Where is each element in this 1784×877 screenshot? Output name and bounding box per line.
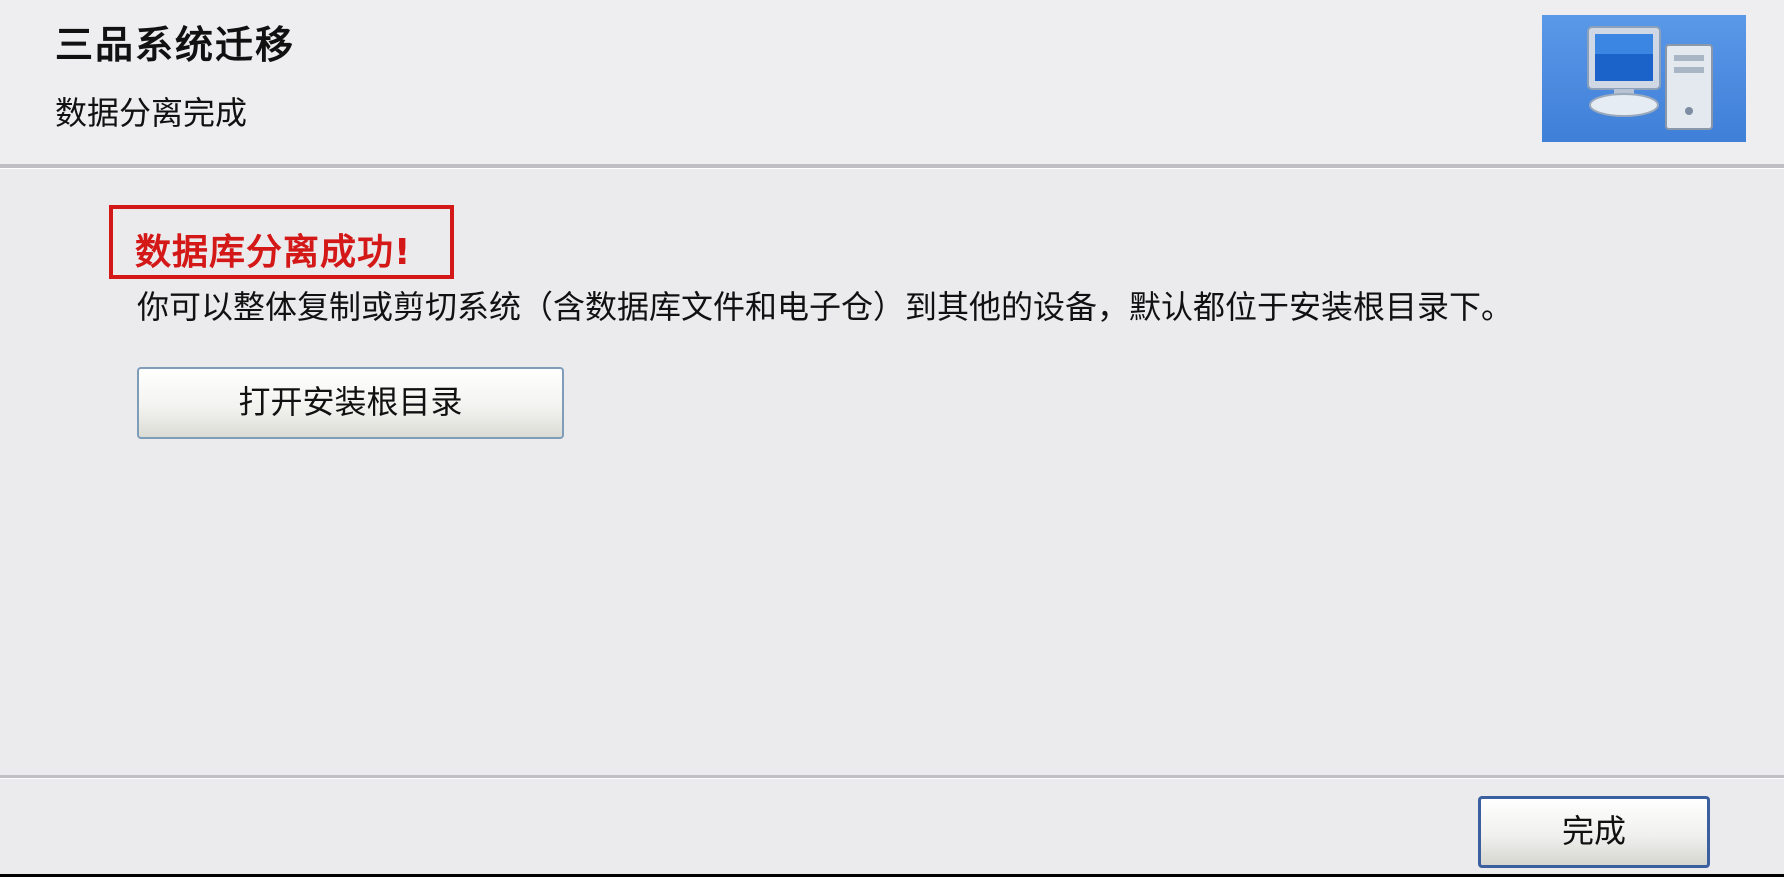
migration-dialog: 三品系统迁移 数据分离完成 数据库分离成功! 你可以整体复制或剪切系统（含数据库… bbox=[0, 0, 1784, 874]
description-text: 你可以整体复制或剪切系统（含数据库文件和电子仓）到其他的设备，默认都位于安装根目… bbox=[137, 288, 1514, 326]
success-message-highlight: 数据库分离成功! bbox=[109, 205, 454, 279]
open-install-dir-button[interactable]: 打开安装根目录 bbox=[137, 367, 564, 439]
page-title: 三品系统迁移 bbox=[55, 23, 296, 67]
dialog-footer: 完成 bbox=[0, 779, 1784, 874]
page-subtitle: 数据分离完成 bbox=[55, 94, 248, 132]
dialog-content: 数据库分离成功! 你可以整体复制或剪切系统（含数据库文件和电子仓）到其他的设备，… bbox=[0, 169, 1784, 775]
computer-icon bbox=[1542, 15, 1746, 142]
finish-button[interactable]: 完成 bbox=[1478, 796, 1710, 868]
dialog-header: 三品系统迁移 数据分离完成 bbox=[0, 0, 1784, 164]
success-message: 数据库分离成功! bbox=[135, 232, 412, 273]
